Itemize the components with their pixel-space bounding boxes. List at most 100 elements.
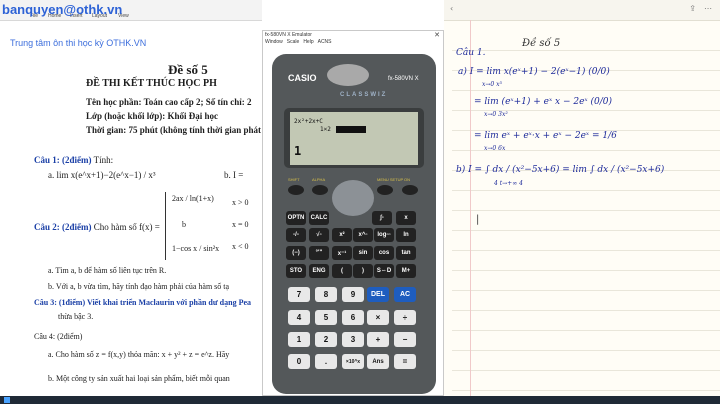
lcd-cursor-block	[336, 126, 366, 133]
q3b: thừa bậc 3.	[58, 312, 94, 321]
inverse-key[interactable]: x⁻¹	[332, 246, 352, 260]
tan-key[interactable]: tan	[396, 246, 416, 260]
power-key[interactable]: x^▫	[353, 228, 373, 242]
text-cursor: |	[476, 214, 480, 225]
menu-key[interactable]	[377, 185, 393, 195]
sto-key[interactable]: STO	[286, 264, 306, 278]
sqrt-key[interactable]: √▫	[309, 228, 329, 242]
notes-line-b: b) I = ∫ dx / (x²−5x+6) = lim ∫ dx / (x²…	[456, 165, 665, 175]
del-key[interactable]: DEL	[367, 287, 389, 302]
menu-acns[interactable]: ACNS	[318, 39, 332, 45]
q3: Câu 3: (1điểm) Viết khai triển Maclaurin…	[34, 298, 252, 307]
notes-line-a1-sub: x→0 x³	[482, 81, 502, 88]
degree-key[interactable]: °'"	[309, 246, 329, 260]
sin-key[interactable]: sin	[353, 246, 373, 260]
time-line: Thời gian: 75 phút (không tính thời gian…	[86, 125, 262, 135]
menu-window[interactable]: Window	[265, 39, 283, 45]
calc-key[interactable]: CALC	[309, 211, 329, 225]
q2b: b. Với a, b vừa tìm, hãy tính đạo hàm ph…	[48, 282, 230, 291]
notes-line-a3-sub: x→0 6x	[484, 145, 506, 152]
more-icon[interactable]: ⋯	[704, 4, 712, 13]
key-4[interactable]: 4	[288, 310, 310, 325]
key-8[interactable]: 8	[315, 287, 337, 302]
exp10-key[interactable]: ×10^x	[342, 354, 364, 369]
class-line: Lớp (hoặc khối lớp): Khối Đại học	[86, 111, 218, 121]
key-6[interactable]: 6	[342, 310, 364, 325]
dpad[interactable]	[332, 180, 374, 216]
notes-cau: Câu 1.	[456, 48, 486, 58]
notes-line-a3: = lim eˣ + eˣ·x + eˣ − 2eˣ = 1/6	[474, 131, 617, 141]
notes-line-a2-sub: x→0 3x²	[484, 111, 508, 118]
q2-text: Cho hàm số f(x) =	[93, 222, 160, 232]
key-0[interactable]: 0	[288, 354, 310, 369]
key-3[interactable]: 3	[342, 332, 364, 347]
plus-key[interactable]: +	[367, 332, 389, 347]
q4-label: Câu 4: (2điểm)	[34, 332, 83, 341]
menu-help[interactable]: Help	[303, 39, 313, 45]
on-key[interactable]	[402, 185, 418, 195]
q2-label: Câu 2: (2điểm)	[34, 222, 92, 232]
q1-text: Tính:	[93, 155, 114, 165]
negative-key[interactable]: (−)	[286, 246, 306, 260]
optn-key[interactable]: OPTN	[286, 211, 306, 225]
notes-pane	[444, 0, 720, 396]
close-paren-key[interactable]: )	[353, 264, 373, 278]
doc-title: Đề số 5	[168, 62, 208, 77]
q2-piece-1: 2ax / ln(1+x)	[172, 194, 214, 203]
q1b: b. I =	[224, 170, 244, 180]
cos-key[interactable]: cos	[374, 246, 394, 260]
notes-header: Đề số 5	[522, 38, 561, 49]
menu-scale[interactable]: Scale	[287, 39, 300, 45]
integral-key[interactable]: ∫▫	[372, 211, 392, 225]
q2-cond-2: x = 0	[232, 220, 249, 229]
windows-start-icon[interactable]	[4, 397, 10, 403]
sd-key[interactable]: S⇔D	[374, 264, 394, 278]
divide-key[interactable]: ÷	[394, 310, 416, 325]
model-label: fx-580VN X	[388, 76, 419, 82]
notes-line-a2: = lim (eˣ+1) + eˣ x − 2eˣ (0/0)	[474, 97, 612, 107]
alpha-label: ALPHA	[312, 177, 326, 182]
exam-header: ĐỀ THI KẾT THÚC HỌC PH	[86, 78, 217, 89]
alpha-key[interactable]	[312, 185, 328, 195]
equals-key[interactable]: =	[394, 354, 416, 369]
notes-toolbar: ‹ ⇪ ⋯	[444, 0, 720, 21]
q1a: a. lim x(e^x+1)−2(e^x−1) / x³	[48, 170, 156, 180]
key-5[interactable]: 5	[315, 310, 337, 325]
open-paren-key[interactable]: (	[332, 264, 352, 278]
key-1[interactable]: 1	[288, 332, 310, 347]
key-2[interactable]: 2	[315, 332, 337, 347]
key-9[interactable]: 9	[342, 287, 364, 302]
mplus-key[interactable]: M+	[396, 264, 416, 278]
log-key[interactable]: log▫▫	[374, 228, 394, 242]
back-icon[interactable]: ‹	[450, 4, 453, 13]
shift-key[interactable]	[288, 185, 304, 195]
ln-key[interactable]: ln	[396, 228, 416, 242]
x-key[interactable]: x	[396, 211, 416, 225]
q1-label: Câu 1: (2điểm)	[34, 155, 92, 165]
notes-line-a1: a) I = lim x(eˣ+1) − 2(eˣ−1) (0/0)	[458, 67, 610, 77]
lcd-display: 2x²+2x+C 1×2 1	[290, 112, 418, 165]
eng-key[interactable]: ENG	[309, 264, 329, 278]
q4a: a. Cho hàm số z = f(x,y) thỏa mãn: x + y…	[48, 350, 230, 359]
exam-document: File Home Insert Layout View banquyen@ot…	[0, 0, 262, 396]
menu-label: MENU SETUP	[377, 177, 404, 182]
square-key[interactable]: x²	[332, 228, 352, 242]
lcd-line-1: 2x²+2x+C	[294, 118, 323, 125]
q2a: a. Tìm a, b để hàm số liên tục trên R.	[48, 266, 167, 275]
fraction-key[interactable]: ▫/▫	[286, 228, 306, 242]
minus-key[interactable]: −	[394, 332, 416, 347]
lcd-line-2: 1×2	[320, 126, 331, 133]
ac-key[interactable]: AC	[394, 287, 416, 302]
share-icon[interactable]: ⇪	[689, 4, 696, 13]
brand-casio: CASIO	[288, 73, 317, 83]
series-label: CLASSWIZ	[340, 92, 388, 98]
key-7[interactable]: 7	[288, 287, 310, 302]
shift-label: SHIFT	[288, 177, 300, 182]
decimal-key[interactable]: .	[315, 354, 337, 369]
lcd-result: 1	[294, 144, 302, 158]
multiply-key[interactable]: ×	[367, 310, 389, 325]
logo-badge	[327, 64, 369, 86]
close-icon[interactable]: ✕	[434, 31, 440, 39]
ans-key[interactable]: Ans	[367, 354, 389, 369]
q2-cond-3: x < 0	[232, 242, 249, 251]
